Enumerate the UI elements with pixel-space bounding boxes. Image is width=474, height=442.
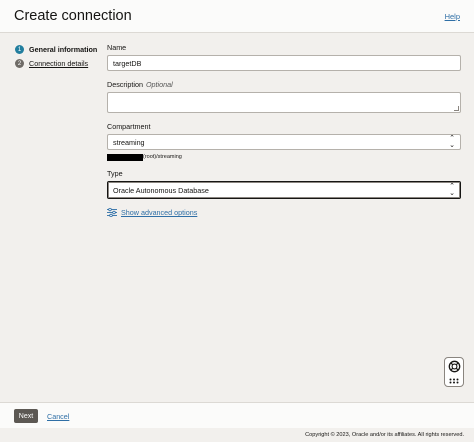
- optional-label: Optional: [145, 80, 173, 89]
- compartment-value: streaming: [113, 137, 145, 147]
- description-label-text: Description: [107, 80, 143, 89]
- sliders-icon: [107, 208, 117, 217]
- name-label: Name: [107, 43, 127, 52]
- name-field-group: Name: [107, 43, 461, 71]
- type-select[interactable]: Oracle Autonomous Database ⌃ ⌄: [107, 181, 461, 199]
- lifebuoy-icon: [448, 360, 460, 373]
- help-link[interactable]: Help: [445, 12, 460, 21]
- step-label: General information: [29, 45, 98, 54]
- next-button[interactable]: Next: [14, 409, 38, 423]
- copyright-text: Copyright © 2023, Oracle and/or its affi…: [305, 432, 464, 438]
- page-header: Create connection Help: [0, 0, 474, 33]
- resize-handle-icon[interactable]: [454, 106, 459, 111]
- description-label: Description Optional: [107, 80, 461, 89]
- compartment-select[interactable]: streaming ⌃ ⌄: [107, 134, 461, 150]
- compartment-field-group: Compartment streaming ⌃ ⌄ (root)/streamin…: [107, 122, 461, 161]
- type-field-group: Type Oracle Autonomous Database ⌃ ⌄: [107, 169, 461, 199]
- apps-grid-icon: [449, 378, 459, 384]
- type-value: Oracle Autonomous Database: [113, 185, 209, 195]
- help-widget[interactable]: [444, 357, 464, 387]
- chevron-up-down-icon: ⌃ ⌄: [449, 135, 455, 149]
- step-number-1: 1: [15, 45, 24, 54]
- page-title: Create connection: [14, 8, 132, 24]
- step-label: Connection details: [29, 59, 89, 68]
- compartment-path: (root)/streaming: [107, 153, 461, 161]
- show-advanced-options[interactable]: Show advanced options: [107, 208, 461, 217]
- action-bar: Next Cancel: [0, 402, 474, 428]
- show-advanced-options-label: Show advanced options: [121, 208, 198, 217]
- description-field-group: Description Optional: [107, 80, 461, 113]
- compartment-path-text: (root)/streaming: [143, 154, 182, 160]
- chevron-up-down-icon: ⌃ ⌄: [449, 183, 455, 197]
- name-input[interactable]: [107, 55, 461, 71]
- create-connection-form: Name DescriptionOptional Compartment str…: [107, 43, 461, 217]
- wizard-steps: 1 General information 2 Connection detai…: [15, 43, 97, 71]
- step-general-information[interactable]: 1 General information: [15, 43, 97, 56]
- cancel-link[interactable]: Cancel: [47, 412, 69, 421]
- type-label: Type: [107, 169, 123, 178]
- compartment-label: Compartment: [107, 122, 151, 131]
- step-number-2: 2: [15, 59, 24, 68]
- description-textarea[interactable]: [107, 92, 461, 113]
- step-connection-details[interactable]: 2 Connection details: [15, 57, 97, 70]
- redacted-block: [107, 153, 143, 161]
